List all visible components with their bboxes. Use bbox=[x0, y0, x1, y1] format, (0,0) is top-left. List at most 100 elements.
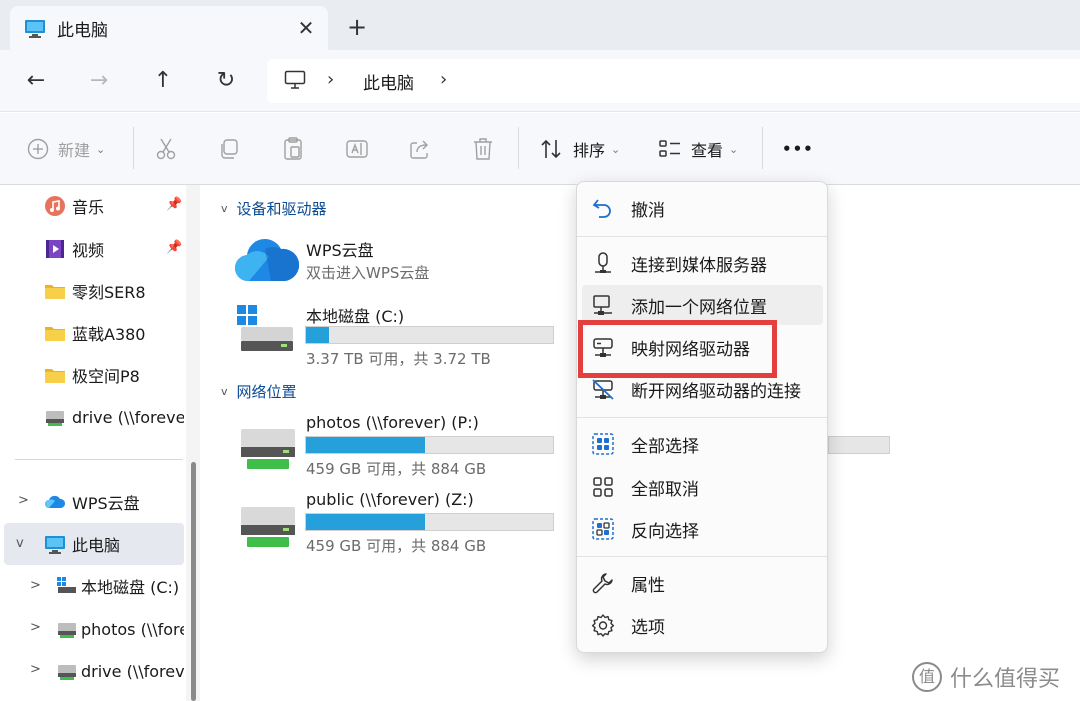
drive-subtitle: 459 GB 可用，共 884 GB bbox=[306, 460, 487, 478]
pc-icon bbox=[45, 536, 65, 554]
tab-title: 此电脑 bbox=[57, 21, 108, 41]
up-button[interactable]: ↑ bbox=[145, 64, 181, 98]
sidebar-item-label: 蓝戟A380 bbox=[72, 325, 146, 344]
sidebar-item-folder-a380[interactable]: 蓝戟A380 bbox=[44, 314, 146, 352]
view-list-icon bbox=[659, 140, 680, 157]
more-options-button[interactable]: ••• bbox=[782, 133, 814, 165]
pc-icon bbox=[284, 70, 306, 89]
new-tab-button[interactable]: + bbox=[342, 12, 372, 42]
menu-item-undo[interactable]: 撤消 bbox=[582, 188, 823, 228]
menu-item-label: 连接到媒体服务器 bbox=[631, 255, 767, 276]
breadcrumb-chevron[interactable]: › bbox=[440, 69, 447, 90]
sidebar-item-drive[interactable]: drive (\\foreve bbox=[56, 652, 184, 690]
plus-circle-icon bbox=[27, 138, 49, 160]
sidebar-item-drive[interactable]: drive (\\forever bbox=[44, 398, 184, 436]
folder-icon bbox=[45, 327, 65, 341]
drive-name[interactable]: WPS云盘 bbox=[306, 237, 374, 261]
highlight-box bbox=[578, 320, 777, 378]
group-label: 网络位置 bbox=[236, 383, 297, 401]
delete-button[interactable] bbox=[472, 133, 494, 165]
sidebar-item-label: 音乐 bbox=[72, 198, 105, 217]
collapse-chevron-icon[interactable]: v bbox=[16, 536, 24, 551]
navigation-bar: ← → ↑ ↻ › 此电脑 › bbox=[0, 50, 1080, 112]
command-bar: 新建 ⌄ 排序 ⌄ 查看 ⌄ ••• bbox=[0, 113, 1080, 185]
sidebar-item-label: 本地磁盘 (C:) bbox=[81, 578, 180, 597]
drive-usage-fill bbox=[306, 437, 425, 453]
disconnect-drive-icon bbox=[592, 379, 614, 400]
menu-item-select-all[interactable]: 全部选择 bbox=[582, 424, 823, 464]
navigation-pane: 音乐 📌 视频 📌 零刻SER8 蓝戟A380 极空间P8 drive (\\f… bbox=[0, 185, 200, 701]
sidebar-item-local-disk[interactable]: 本地磁盘 (C:) bbox=[56, 567, 184, 605]
windows-drive-icon bbox=[57, 577, 76, 593]
sidebar-item-label: photos (\\fore bbox=[81, 619, 184, 639]
sidebar-item-folder-p8[interactable]: 极空间P8 bbox=[44, 356, 140, 394]
view-button[interactable]: 查看 ⌄ bbox=[658, 133, 738, 165]
sidebar-item-label: WPS云盘 bbox=[72, 494, 140, 513]
drive-name[interactable]: public (\\forever) (Z:) bbox=[306, 490, 474, 509]
network-drive-icon bbox=[241, 429, 295, 469]
group-label: 设备和驱动器 bbox=[236, 200, 327, 218]
more-options-menu: 撤消 连接到媒体服务器 添加一个网络位置 映射网络驱动器 断开网络驱动器的连接 … bbox=[576, 181, 828, 653]
back-button[interactable]: ← bbox=[18, 64, 54, 98]
drive-name[interactable]: 本地磁盘 (C:) bbox=[306, 303, 404, 327]
new-button[interactable]: 新建 ⌄ bbox=[27, 133, 105, 165]
drive-usage-bar bbox=[305, 326, 554, 344]
menu-item-invert-selection[interactable]: 反向选择 bbox=[582, 509, 823, 549]
breadcrumb-chevron[interactable]: › bbox=[327, 69, 334, 90]
forward-button[interactable]: → bbox=[81, 64, 117, 98]
expand-chevron-icon[interactable]: > bbox=[30, 578, 41, 593]
menu-item-label: 反向选择 bbox=[631, 521, 699, 542]
drive-name[interactable]: photos (\\forever) (P:) bbox=[306, 413, 479, 432]
menu-item-label: 全部取消 bbox=[631, 479, 699, 500]
network-drive-icon bbox=[58, 623, 76, 638]
menu-item-label: 断开网络驱动器的连接 bbox=[631, 381, 801, 402]
expand-chevron-icon[interactable]: > bbox=[30, 662, 41, 677]
menu-divider bbox=[577, 236, 827, 237]
breadcrumb-this-pc[interactable]: 此电脑 bbox=[363, 69, 414, 94]
select-all-icon bbox=[592, 433, 614, 455]
sidebar-item-music[interactable]: 音乐 bbox=[44, 187, 104, 225]
share-button[interactable] bbox=[409, 133, 431, 165]
menu-divider bbox=[577, 417, 827, 418]
sidebar-item-photos[interactable]: photos (\\fore bbox=[56, 610, 184, 648]
expand-chevron-icon[interactable]: > bbox=[30, 620, 41, 635]
group-header-network[interactable]: v 网络位置 bbox=[221, 381, 297, 402]
sidebar-item-this-pc[interactable]: 此电脑 bbox=[44, 525, 120, 563]
menu-item-add-network-location[interactable]: 添加一个网络位置 bbox=[582, 285, 823, 325]
copy-icon bbox=[221, 139, 238, 159]
sidebar-item-wps-cloud[interactable]: WPS云盘 bbox=[44, 483, 140, 521]
folder-icon bbox=[45, 285, 65, 299]
invert-selection-icon bbox=[592, 518, 614, 540]
group-collapse-icon: v bbox=[221, 385, 228, 398]
sidebar-divider bbox=[15, 459, 183, 460]
rename-button[interactable] bbox=[345, 133, 369, 165]
sidebar-item-label: drive (\\forever bbox=[72, 407, 184, 427]
menu-divider bbox=[577, 556, 827, 557]
refresh-button[interactable]: ↻ bbox=[208, 64, 244, 98]
drive-subtitle: 3.37 TB 可用，共 3.72 TB bbox=[306, 350, 491, 368]
paste-button[interactable] bbox=[282, 133, 304, 165]
copy-button[interactable] bbox=[218, 133, 240, 165]
tab-bar: 此电脑 ✕ + bbox=[0, 0, 1080, 50]
chevron-down-icon: ⌄ bbox=[729, 142, 739, 156]
tab-this-pc[interactable]: 此电脑 ✕ bbox=[10, 6, 328, 50]
new-label: 新建 bbox=[58, 141, 91, 160]
drive-usage-fill bbox=[306, 327, 330, 343]
group-header-devices[interactable]: v 设备和驱动器 bbox=[221, 198, 327, 219]
sort-button[interactable]: 排序 ⌄ bbox=[540, 133, 620, 165]
menu-item-connect-media-server[interactable]: 连接到媒体服务器 bbox=[582, 243, 823, 283]
menu-item-label: 添加一个网络位置 bbox=[631, 297, 767, 318]
menu-item-options[interactable]: 选项 bbox=[582, 605, 823, 645]
address-bar[interactable]: › 此电脑 › bbox=[267, 59, 1080, 103]
sidebar-item-folder-ser8[interactable]: 零刻SER8 bbox=[44, 272, 146, 310]
sidebar-item-video[interactable]: 视频 bbox=[44, 230, 104, 268]
tab-close-button[interactable]: ✕ bbox=[293, 15, 319, 41]
menu-item-properties[interactable]: 属性 bbox=[582, 563, 823, 603]
sidebar-item-label: 极空间P8 bbox=[72, 367, 140, 386]
expand-chevron-icon[interactable]: > bbox=[18, 493, 29, 508]
share-icon bbox=[410, 140, 428, 159]
menu-item-select-none[interactable]: 全部取消 bbox=[582, 467, 823, 507]
cut-button[interactable] bbox=[155, 133, 177, 165]
sidebar-scrollbar-thumb[interactable] bbox=[191, 462, 196, 701]
chevron-down-icon: ⌄ bbox=[96, 142, 106, 156]
